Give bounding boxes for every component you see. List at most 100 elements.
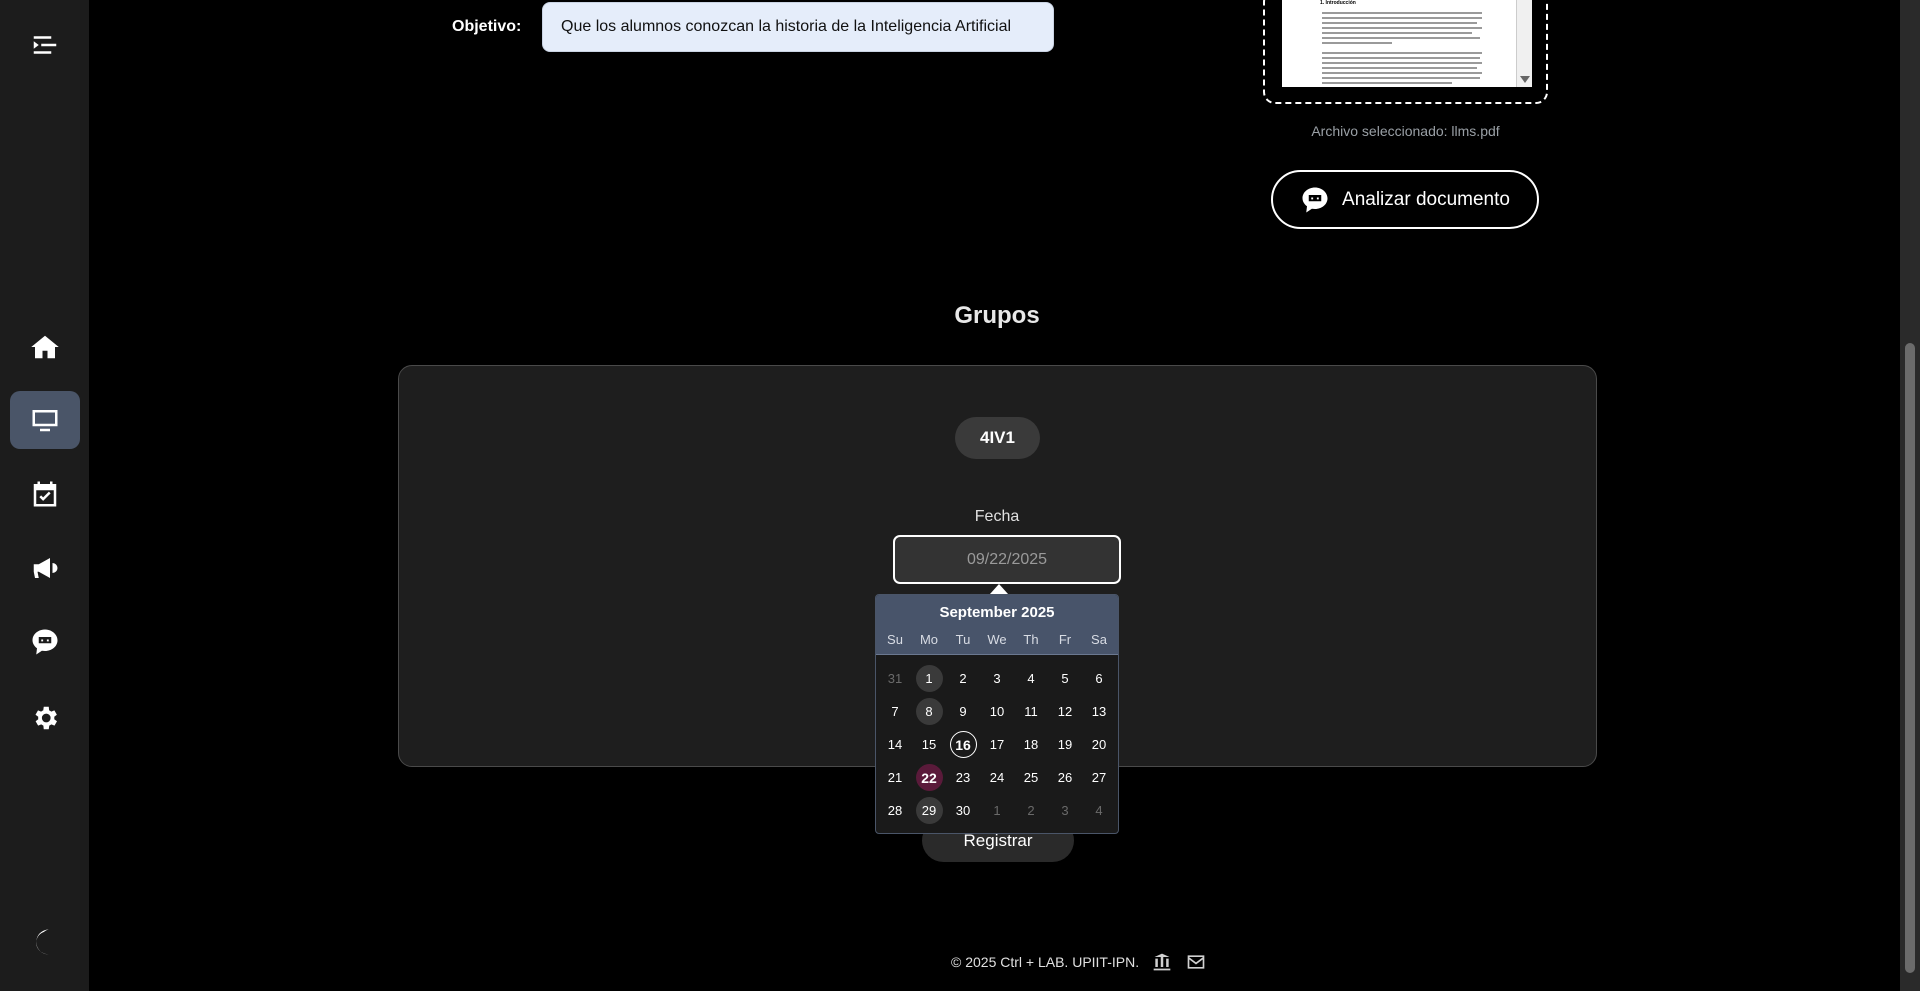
datepicker-header: September 2025 Su Mo Tu We Th Fr Sa — [876, 595, 1118, 655]
datepicker-day[interactable]: 24 — [980, 764, 1014, 791]
datepicker-day[interactable]: 21 — [878, 764, 912, 791]
menu-toggle-button[interactable] — [10, 16, 80, 74]
datepicker-day[interactable]: 27 — [1082, 764, 1116, 791]
datepicker-day-label: 2 — [1027, 803, 1035, 818]
datepicker-day[interactable]: 20 — [1082, 731, 1116, 758]
weekday-label: Tu — [955, 632, 971, 647]
datepicker-day-label: 15 — [921, 737, 937, 752]
weekday-label: Mo — [919, 632, 939, 647]
datepicker-day-label: 13 — [1091, 704, 1107, 719]
datepicker-day-label: 1 — [993, 803, 1001, 818]
datepicker-day[interactable]: 31 — [878, 665, 912, 692]
group-chip[interactable]: 4IV1 — [955, 417, 1040, 459]
datepicker-day[interactable]: 1 — [980, 797, 1014, 824]
datepicker-week: 28 29 30 1 2 3 4 — [878, 794, 1116, 827]
pdf-text-line — [1322, 27, 1482, 29]
datepicker-day-label: 10 — [989, 704, 1005, 719]
pdf-preview-scrollbar[interactable] — [1516, 0, 1532, 87]
datepicker-day[interactable]: 30 — [946, 797, 980, 824]
objetivo-label: Objetivo: — [452, 18, 522, 35]
datepicker-day[interactable]: 29 — [912, 797, 946, 824]
envelope-icon[interactable] — [1185, 952, 1207, 972]
datepicker-week: 21 22 23 24 25 26 27 — [878, 761, 1116, 794]
datepicker-day[interactable]: 5 — [1048, 665, 1082, 692]
datepicker-day[interactable]: 26 — [1048, 764, 1082, 791]
datepicker-day-label: 16 — [949, 731, 977, 758]
datepicker-day[interactable]: 4 — [1082, 797, 1116, 824]
datepicker-day[interactable]: 2 — [946, 665, 980, 692]
datepicker-day-label: 9 — [959, 704, 967, 719]
datepicker-day[interactable]: 9 — [946, 698, 980, 725]
datepicker-day[interactable]: 7 — [878, 698, 912, 725]
datepicker-day-label: 1 — [915, 665, 943, 692]
datepicker-day-label: 22 — [915, 764, 943, 791]
pdf-text-line — [1322, 52, 1482, 54]
datepicker-day[interactable]: 12 — [1048, 698, 1082, 725]
datepicker-day-label: 18 — [1023, 737, 1039, 752]
datepicker-day-today[interactable]: 16 — [946, 731, 980, 758]
nav-calendar[interactable] — [10, 465, 80, 523]
chat-bot-icon — [1302, 187, 1328, 212]
datepicker-day-label: 25 — [1023, 770, 1039, 785]
chat-bot-icon — [32, 629, 58, 655]
datepicker-day-label: 21 — [887, 770, 903, 785]
calendar-check-icon — [33, 481, 57, 507]
nav-announcements[interactable] — [10, 539, 80, 597]
weekday-label: We — [987, 632, 1007, 647]
nav-chatbot[interactable] — [10, 613, 80, 671]
page-scrollbar-thumb[interactable] — [1905, 343, 1915, 973]
date-input[interactable]: 09/22/2025 — [893, 535, 1121, 584]
datepicker-day-label: 4 — [1027, 671, 1035, 686]
main-content: Objetivo: Que los alumnos conozcan la hi… — [89, 0, 1900, 991]
datepicker-day[interactable]: 11 — [1014, 698, 1048, 725]
datepicker-day[interactable]: 17 — [980, 731, 1014, 758]
analyze-document-button[interactable]: Analizar documento — [1271, 170, 1539, 229]
home-icon — [31, 335, 59, 359]
datepicker-day[interactable]: 15 — [912, 731, 946, 758]
nav-classes[interactable] — [10, 391, 80, 449]
pdf-preview[interactable]: 1. Introducción — [1282, 0, 1532, 87]
objetivo-value: Que los alumnos conozcan la historia de … — [561, 18, 1012, 35]
datepicker-day[interactable]: 3 — [980, 665, 1014, 692]
datepicker-day[interactable]: 3 — [1048, 797, 1082, 824]
institution-icon[interactable] — [1151, 952, 1173, 972]
datepicker-day[interactable]: 25 — [1014, 764, 1048, 791]
datepicker-day[interactable]: 4 — [1014, 665, 1048, 692]
pdf-text-line — [1322, 37, 1480, 39]
weekday-label: Su — [887, 632, 903, 647]
analyze-document-label: Analizar documento — [1342, 188, 1510, 210]
datepicker-day-label: 3 — [1061, 803, 1069, 818]
datepicker-day[interactable]: 8 — [912, 698, 946, 725]
pdf-text-line — [1322, 12, 1482, 14]
datepicker-day[interactable]: 14 — [878, 731, 912, 758]
nav-home[interactable] — [10, 318, 80, 376]
datepicker-day[interactable]: 18 — [1014, 731, 1048, 758]
datepicker-day-label: 14 — [887, 737, 903, 752]
pdf-text-line — [1322, 32, 1472, 34]
datepicker-day-label: 24 — [989, 770, 1005, 785]
datepicker-day-label: 4 — [1095, 803, 1103, 818]
theme-toggle-button[interactable] — [10, 913, 80, 971]
datepicker-day[interactable]: 23 — [946, 764, 980, 791]
datepicker-day[interactable]: 19 — [1048, 731, 1082, 758]
datepicker-day-selected[interactable]: 22 — [912, 764, 946, 791]
pdf-text-line — [1322, 17, 1482, 19]
datepicker-day[interactable]: 2 — [1014, 797, 1048, 824]
page-scrollbar[interactable] — [1900, 0, 1920, 991]
pdf-text-line — [1322, 22, 1477, 24]
datepicker-day-label: 8 — [915, 698, 943, 725]
datepicker-day[interactable]: 1 — [912, 665, 946, 692]
nav-settings[interactable] — [10, 689, 80, 747]
objetivo-input[interactable]: Que los alumnos conozcan la historia de … — [542, 2, 1054, 52]
datepicker-day[interactable]: 10 — [980, 698, 1014, 725]
datepicker-day-label: 12 — [1057, 704, 1073, 719]
datepicker-week: 14 15 16 17 18 19 20 — [878, 728, 1116, 761]
pdf-text-line — [1322, 77, 1480, 79]
datepicker-day[interactable]: 13 — [1082, 698, 1116, 725]
scroll-down-icon[interactable] — [1520, 76, 1530, 83]
datepicker-day[interactable]: 28 — [878, 797, 912, 824]
datepicker-day-label: 31 — [887, 671, 903, 686]
date-label: Fecha — [974, 508, 1020, 525]
datepicker-day[interactable]: 6 — [1082, 665, 1116, 692]
pdf-text-line — [1322, 62, 1482, 64]
